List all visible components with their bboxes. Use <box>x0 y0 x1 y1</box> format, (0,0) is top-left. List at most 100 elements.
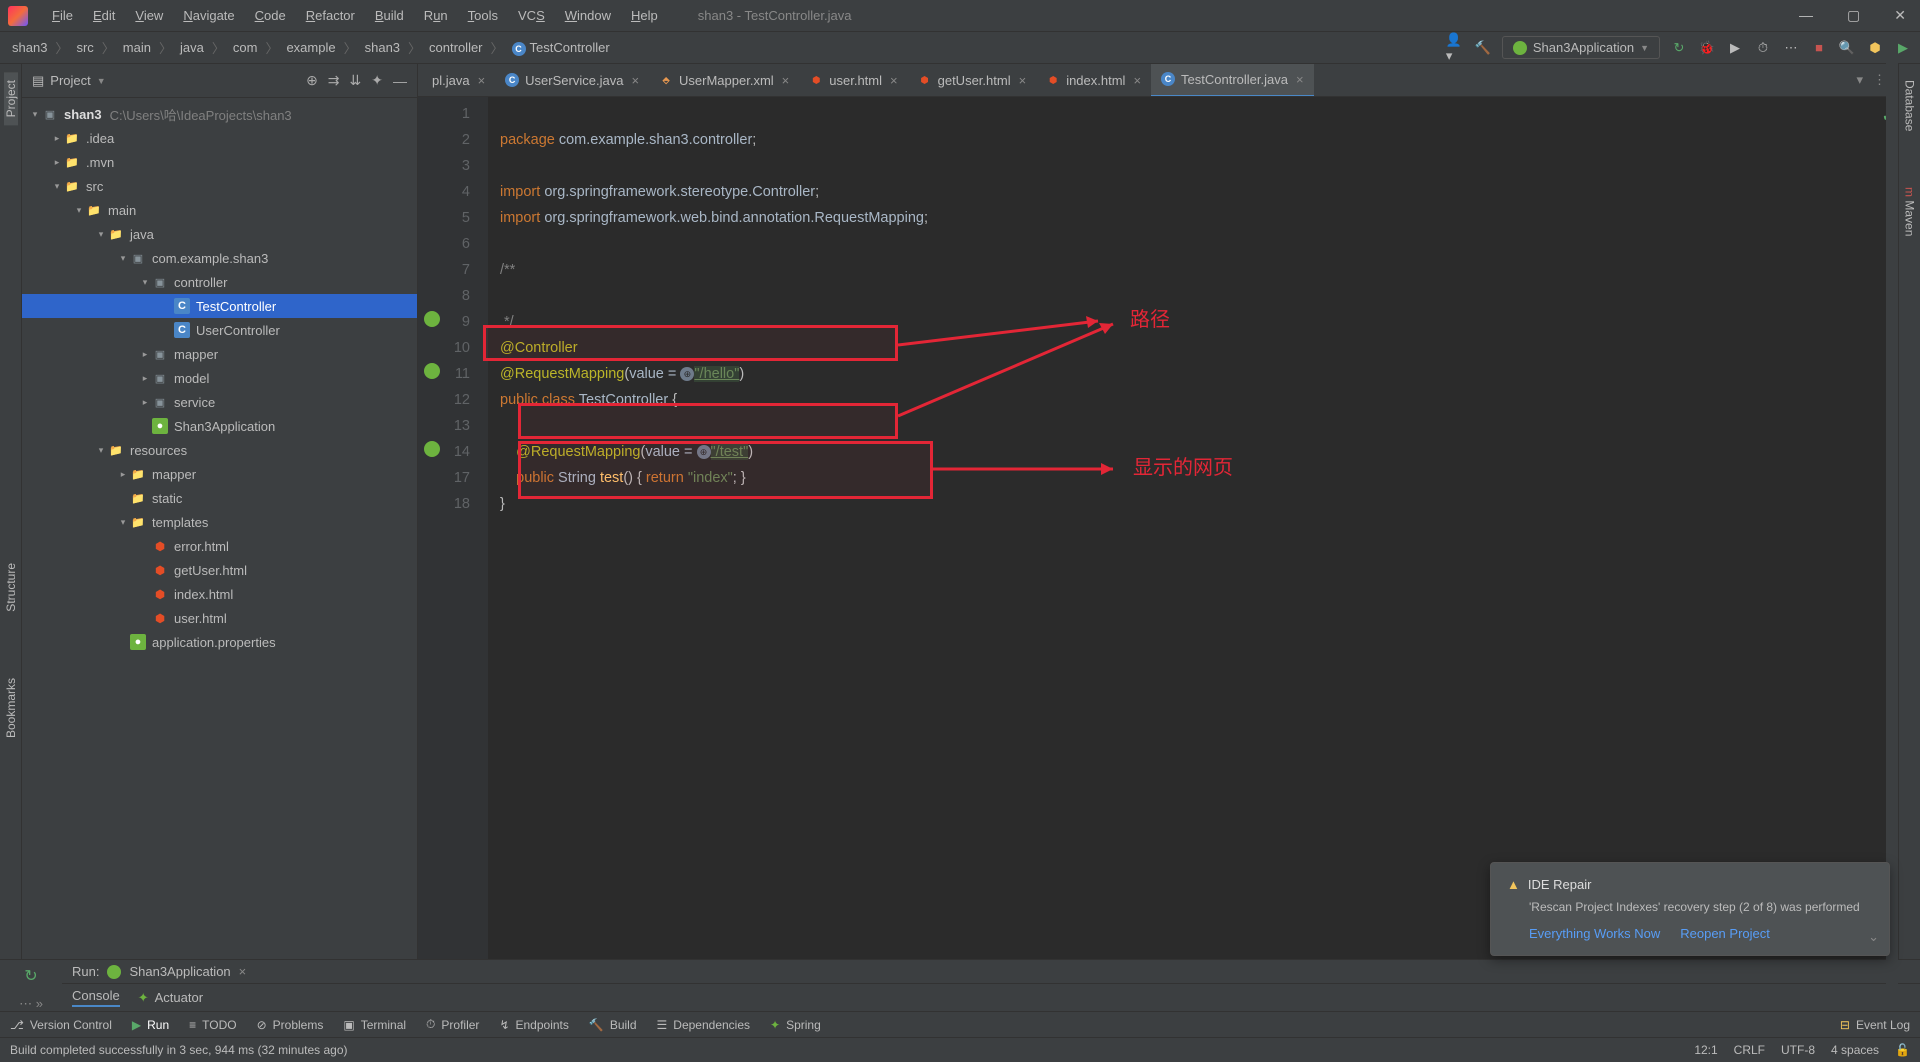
profile-icon[interactable]: ⏱ <box>1754 39 1772 57</box>
spring-gutter-icon[interactable] <box>424 311 440 327</box>
spring-gutter-icon[interactable] <box>424 441 440 457</box>
tool-todo[interactable]: ≡ TODO <box>189 1018 236 1032</box>
crumb-controller[interactable]: controller <box>425 38 486 57</box>
tool-bookmarks[interactable]: Bookmarks <box>4 670 18 746</box>
tree-resources[interactable]: ▾📁resources <box>22 438 417 462</box>
tree-testcontroller[interactable]: CTestController <box>22 294 417 318</box>
menu-file[interactable]: File <box>44 4 81 27</box>
maximize-button[interactable]: ▢ <box>1841 7 1866 24</box>
crumb-main[interactable]: main <box>119 38 155 57</box>
tree-usercontroller[interactable]: CUserController <box>22 318 417 342</box>
crumb-shan3[interactable]: shan3 <box>361 38 404 57</box>
menu-window[interactable]: Window <box>557 4 619 27</box>
code-editor[interactable]: ✔ 1 2 3 4 5 6 7 8 9 10 11 12 13 14 17 18 <box>418 97 1898 959</box>
line-gutter[interactable]: 1 2 3 4 5 6 7 8 9 10 11 12 13 14 17 18 <box>418 97 488 959</box>
tree-idea[interactable]: ▸📁.idea <box>22 126 417 150</box>
run-tab-console[interactable]: Console <box>72 988 120 1007</box>
close-run-tab-icon[interactable]: × <box>239 964 247 979</box>
coverage-icon[interactable]: ▶ <box>1726 39 1744 57</box>
notification-action-reopen[interactable]: Reopen Project <box>1680 926 1770 941</box>
tree-res-static[interactable]: 📁static <box>22 486 417 510</box>
menu-view[interactable]: View <box>127 4 171 27</box>
crumb-com[interactable]: com <box>229 38 262 57</box>
tree-app-props[interactable]: ●application.properties <box>22 630 417 654</box>
tree-mvn[interactable]: ▸📁.mvn <box>22 150 417 174</box>
panel-settings-icon[interactable]: ✦ <box>371 72 383 89</box>
tree-app-class[interactable]: ●Shan3Application <box>22 414 417 438</box>
run-tab-actuator[interactable]: ✦Actuator <box>138 988 203 1007</box>
menu-edit[interactable]: Edit <box>85 4 123 27</box>
tab-dropdown-icon[interactable]: ▾ <box>1856 72 1863 88</box>
tree-res-templates[interactable]: ▾📁templates <box>22 510 417 534</box>
tool-project[interactable]: Project <box>4 72 18 125</box>
stop-icon[interactable]: ■ <box>1810 39 1828 57</box>
notification-action-works[interactable]: Everything Works Now <box>1529 926 1660 941</box>
more-run-icon[interactable]: ⋯ <box>1782 39 1800 57</box>
menu-vcs[interactable]: VCS <box>510 4 553 27</box>
tool-database[interactable]: Database <box>1903 72 1917 139</box>
tool-run[interactable]: ▶ Run <box>132 1018 169 1032</box>
spring-gutter-icon[interactable] <box>424 363 440 379</box>
tool-endpoints[interactable]: ↯ Endpoints <box>499 1018 568 1032</box>
tool-dependencies[interactable]: ☰ Dependencies <box>657 1018 751 1032</box>
close-tab-icon[interactable]: × <box>782 73 790 88</box>
hide-panel-icon[interactable]: — <box>393 73 407 89</box>
expand-all-icon[interactable]: ⇉ <box>328 72 340 89</box>
crumb-java[interactable]: java <box>176 38 208 57</box>
tool-build[interactable]: 🔨 Build <box>589 1018 637 1032</box>
close-tab-icon[interactable]: × <box>1296 72 1304 87</box>
collapse-all-icon[interactable]: ⇊ <box>350 72 362 89</box>
search-icon[interactable]: 🔍 <box>1838 39 1856 57</box>
close-tab-icon[interactable]: × <box>478 73 486 88</box>
close-button[interactable]: ✕ <box>1888 7 1912 24</box>
tab-usermapper[interactable]: ⬘UserMapper.xml× <box>649 64 799 97</box>
tree-pkg-root[interactable]: ▾▣com.example.shan3 <box>22 246 417 270</box>
debug-icon[interactable]: 🐞 <box>1698 39 1716 57</box>
tab-index-html[interactable]: ⬢index.html× <box>1036 64 1151 97</box>
tab-testcontroller[interactable]: CTestController.java× <box>1151 64 1314 97</box>
readonly-icon[interactable]: 🔓 <box>1895 1043 1910 1057</box>
rerun-icon[interactable]: ↻ <box>1670 39 1688 57</box>
settings-icon[interactable]: ⬢ <box>1866 39 1884 57</box>
close-tab-icon[interactable]: × <box>890 73 898 88</box>
minimize-button[interactable]: — <box>1793 7 1819 24</box>
tree-root[interactable]: ▾▣srcshan3C:\Users\哈\IdeaProjects\shan3 <box>22 102 417 126</box>
tool-profiler[interactable]: ⏱ Profiler <box>426 1017 479 1032</box>
close-tab-icon[interactable]: × <box>1019 73 1027 88</box>
caret-position[interactable]: 12:1 <box>1694 1043 1717 1057</box>
tree-pkg-mapper[interactable]: ▸▣mapper <box>22 342 417 366</box>
run-config-selector[interactable]: Shan3Application ▼ <box>1502 36 1660 59</box>
project-panel-title[interactable]: ▤ Project ▼ <box>32 73 296 89</box>
code-content[interactable]: package com.example.shan3.controller; im… <box>488 97 1898 959</box>
menu-run[interactable]: Run <box>416 4 456 27</box>
tree-user-html[interactable]: ⬢user.html <box>22 606 417 630</box>
menu-tools[interactable]: Tools <box>460 4 506 27</box>
menu-code[interactable]: Code <box>247 4 294 27</box>
tab-user-html[interactable]: ⬢user.html× <box>799 64 907 97</box>
tree-pkg-service[interactable]: ▸▣service <box>22 390 417 414</box>
tree-pkg-model[interactable]: ▸▣model <box>22 366 417 390</box>
close-tab-icon[interactable]: × <box>631 73 639 88</box>
tool-structure[interactable]: Structure <box>4 555 18 620</box>
select-opened-icon[interactable]: ⊕ <box>306 72 318 89</box>
menu-help[interactable]: Help <box>623 4 666 27</box>
event-log[interactable]: ⊟ Event Log <box>1840 1018 1910 1032</box>
crumb-file[interactable]: CTestController <box>508 38 614 58</box>
build-icon[interactable]: 🔨 <box>1474 39 1492 57</box>
tree-getuser-html[interactable]: ⬢getUser.html <box>22 558 417 582</box>
tree-src[interactable]: ▾📁src <box>22 174 417 198</box>
menu-refactor[interactable]: Refactor <box>298 4 363 27</box>
crumb-project[interactable]: shan3 <box>8 38 51 57</box>
tree-index-html[interactable]: ⬢index.html <box>22 582 417 606</box>
rerun-button[interactable]: ↻ <box>24 966 37 986</box>
crumb-example[interactable]: example <box>282 38 339 57</box>
tab-userservice[interactable]: CUserService.java× <box>495 64 649 97</box>
tab-pl-java[interactable]: pl.java× <box>422 64 495 97</box>
menu-build[interactable]: Build <box>367 4 412 27</box>
line-ending[interactable]: CRLF <box>1734 1043 1765 1057</box>
tool-version-control[interactable]: ⎇ Version Control <box>10 1018 112 1032</box>
menu-navigate[interactable]: Navigate <box>175 4 242 27</box>
tree-pkg-controller[interactable]: ▾▣controller <box>22 270 417 294</box>
tool-terminal[interactable]: ▣ Terminal <box>343 1018 406 1032</box>
tree-java[interactable]: ▾📁java <box>22 222 417 246</box>
